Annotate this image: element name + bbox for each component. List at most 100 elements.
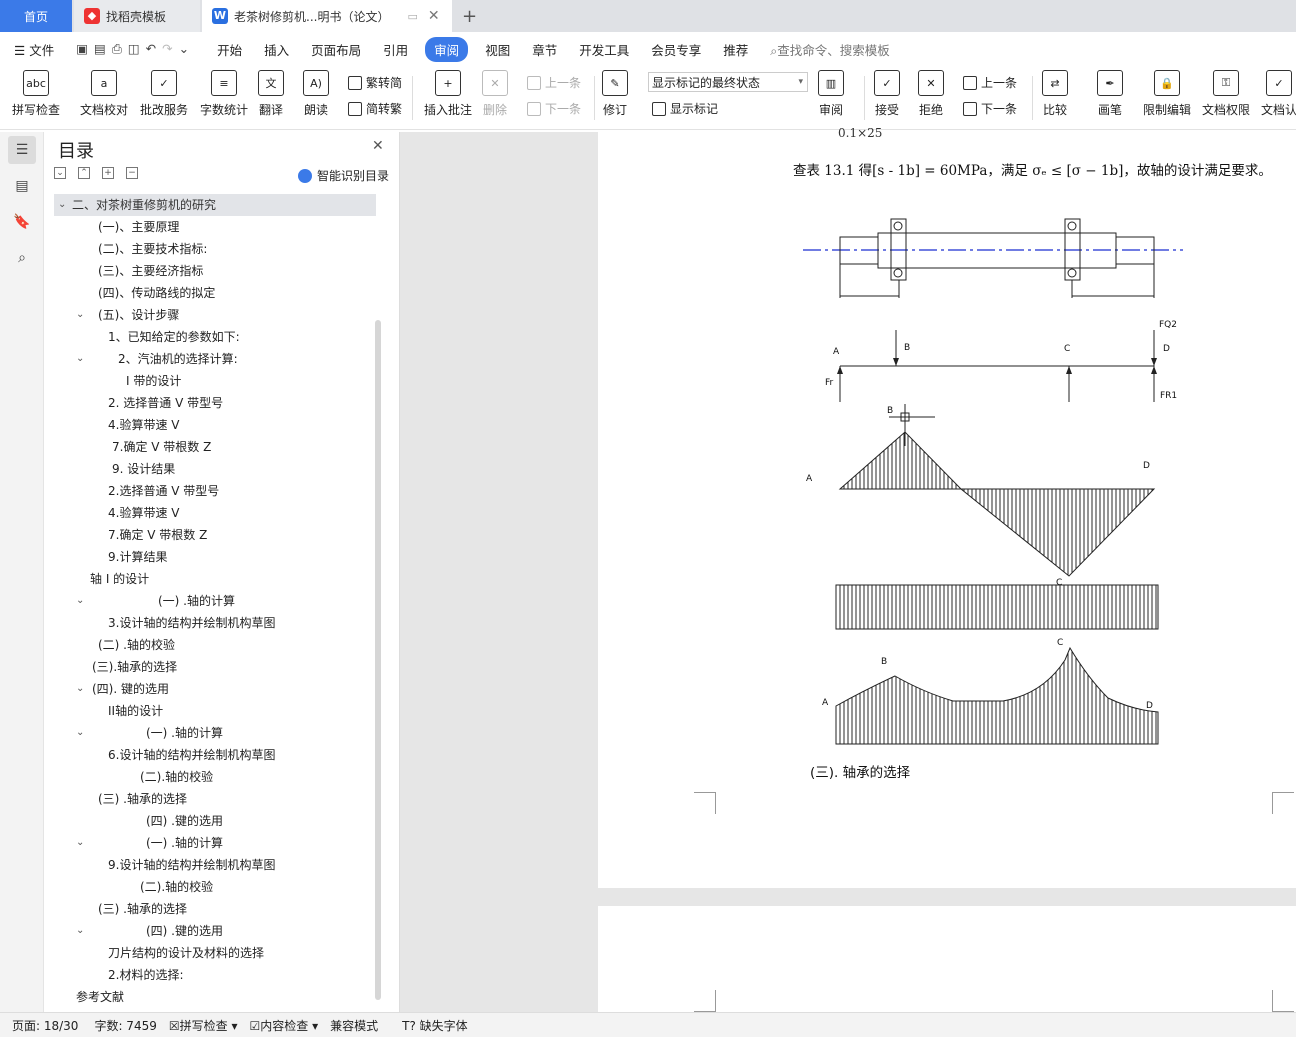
toc-item[interactable]: 4.验算带速 V <box>54 502 376 524</box>
toc-item[interactable]: 刀片结构的设计及材料的选择 <box>54 942 376 964</box>
toc-item[interactable]: ⌄ 二、对茶树重修剪机的研究 <box>54 194 376 216</box>
chevron-down-icon[interactable]: ⌄ <box>76 832 84 854</box>
toc-item[interactable]: (四) .键的选用 <box>54 810 376 832</box>
reject-button[interactable]: ✕ 拒绝 <box>918 70 944 118</box>
pen-button[interactable]: ✒ 画笔 <box>1097 70 1123 118</box>
redo-icon[interactable]: ↷ <box>162 41 178 56</box>
toc-item[interactable]: (二).轴的校验 <box>54 766 376 788</box>
menu-chapter[interactable]: 章节 <box>521 40 568 59</box>
menu-file[interactable]: ☰ 文件 <box>0 40 65 59</box>
toc-item[interactable]: 4.验算带速 V <box>54 414 376 436</box>
markup-state-select[interactable]: 显示标记的最终状态 ▾ <box>648 72 808 92</box>
toc-item[interactable]: (三)、主要经济指标 <box>54 260 376 282</box>
insert-comment-button[interactable]: + 插入批注 <box>424 70 472 118</box>
toc-item[interactable]: ⌄ (一) .轴的计算 <box>54 722 376 744</box>
menu-view[interactable]: 视图 <box>474 40 521 59</box>
toc-item[interactable]: 7.确定 V 带根数 Z <box>54 436 376 458</box>
compat-mode-status[interactable]: 兼容模式 <box>330 1017 378 1034</box>
toc-item[interactable]: ⌄ (一) .轴的计算 <box>54 832 376 854</box>
preview-icon[interactable]: ◫ <box>128 41 146 56</box>
save-icon[interactable]: ▣ <box>76 41 94 56</box>
chevron-down-icon[interactable]: ⌄ <box>76 678 84 700</box>
menu-layout[interactable]: 页面布局 <box>300 40 372 59</box>
menu-review[interactable]: 审阅 <box>425 36 469 62</box>
toc-item[interactable]: ⌄ (四) .键的选用 <box>54 920 376 942</box>
menu-start[interactable]: 开始 <box>206 40 253 59</box>
toc-item[interactable]: (三).轴承的选择 <box>54 656 376 678</box>
toc-item[interactable]: (二) .轴的校验 <box>54 634 376 656</box>
spellcheck-button[interactable]: abc 拼写检查 <box>12 70 60 118</box>
command-search[interactable]: ⌕查找命令、搜索模板 <box>759 40 901 59</box>
compare-button[interactable]: ⇄ 比较 <box>1042 70 1068 118</box>
doc-proof-button[interactable]: a 文档校对 <box>80 70 128 118</box>
toc-scrollbar[interactable] <box>375 320 381 1000</box>
tab-home[interactable]: 首页 <box>0 0 72 32</box>
menu-recommend[interactable]: 推荐 <box>712 40 759 59</box>
export-icon[interactable]: ▤ <box>94 41 112 56</box>
revise-service-button[interactable]: ✓ 批改服务 <box>140 70 188 118</box>
tab-document[interactable]: W 老茶树修剪机...明书（论文） ▭ ✕ <box>202 0 452 32</box>
chevron-down-icon[interactable]: ⌄ <box>76 304 84 326</box>
track-changes-button[interactable]: ✎ 修订 <box>602 70 628 118</box>
toc-item[interactable]: ⌄ (一) .轴的计算 <box>54 590 376 612</box>
smart-toc-button[interactable]: 智能识别目录 <box>298 167 389 184</box>
chevron-down-icon[interactable]: ⌄ <box>76 590 84 612</box>
trad-to-simp-button[interactable]: 繁转简 <box>348 74 402 91</box>
word-count-status[interactable]: 字数: 7459 <box>94 1017 156 1034</box>
collapse-all-icon[interactable]: ⌄ <box>54 167 66 179</box>
page-indicator[interactable]: 页面: 18/30 <box>12 1017 78 1034</box>
search-icon[interactable]: ⌕ <box>8 244 36 272</box>
quick-access-toolbar[interactable]: ▣▤⎙◫↶↷⌄ <box>65 41 206 57</box>
toc-item[interactable]: ⌄ 2、汽油机的选择计算: <box>54 348 376 370</box>
toc-item[interactable]: 轴 I 的设计 <box>54 568 376 590</box>
doc-permission-button[interactable]: ⚿ 文档权限 <box>1202 70 1250 118</box>
toc-item[interactable]: (二)、主要技术指标: <box>54 238 376 260</box>
toc-item[interactable]: I 带的设计 <box>54 370 376 392</box>
menu-member[interactable]: 会员专享 <box>640 40 712 59</box>
close-tab-icon[interactable]: ✕ <box>428 8 440 24</box>
toc-item[interactable]: (三) .轴承的选择 <box>54 898 376 920</box>
print-icon[interactable]: ⎙ <box>112 41 128 56</box>
expand-up-icon[interactable]: ⌃ <box>78 167 90 179</box>
more-icon[interactable]: ⌄ <box>179 41 195 56</box>
undo-icon[interactable]: ↶ <box>146 41 162 56</box>
missing-font-status[interactable]: T? 缺失字体 <box>402 1017 468 1034</box>
translate-button[interactable]: 文翻译 <box>258 70 284 118</box>
toc-item[interactable]: 9.计算结果 <box>54 546 376 568</box>
toc-item[interactable]: ⌄ (四). 键的选用 <box>54 678 376 700</box>
read-aloud-button[interactable]: A) 朗读 <box>303 70 329 118</box>
toc-item[interactable]: (三) .轴承的选择 <box>54 788 376 810</box>
toc-item[interactable]: ⌄ (五)、设计步骤 <box>54 304 376 326</box>
add-level-icon[interactable]: + <box>102 167 114 179</box>
word-count-button[interactable]: ≡ 字数统计 <box>200 70 248 118</box>
tab-docer-templates[interactable]: ◆ 找稻壳模板 <box>74 0 200 32</box>
toc-item[interactable]: 2. 选择普通 V 带型号 <box>54 392 376 414</box>
accept-button[interactable]: ✓ 接受 <box>874 70 900 118</box>
document-page[interactable] <box>598 906 1296 1012</box>
review-pane-button[interactable]: ▥ 审阅 <box>818 70 844 118</box>
toc-item[interactable]: 9. 设计结果 <box>54 458 376 480</box>
toc-item[interactable]: (二).轴的校验 <box>54 876 376 898</box>
toc-item[interactable]: II轴的设计 <box>54 700 376 722</box>
toc-item[interactable]: 9.设计轴的结构并绘制机构草图 <box>54 854 376 876</box>
restrict-edit-button[interactable]: 🔒 限制编辑 <box>1143 70 1191 118</box>
show-markup-button[interactable]: 显示标记 <box>652 100 718 117</box>
next-change-button[interactable]: 下一条 <box>963 100 1017 117</box>
prev-comment-button[interactable]: 上一条 <box>527 74 581 91</box>
toc-item[interactable]: 6.设计轴的结构并绘制机构草图 <box>54 744 376 766</box>
chevron-down-icon[interactable]: ⌄ <box>58 194 66 216</box>
remove-level-icon[interactable]: − <box>126 167 138 179</box>
new-tab-button[interactable]: + <box>462 0 477 32</box>
next-comment-button[interactable]: 下一条 <box>527 100 581 117</box>
toc-item[interactable]: (四)、传动路线的拟定 <box>54 282 376 304</box>
chevron-down-icon[interactable]: ⌄ <box>76 348 84 370</box>
chevron-down-icon[interactable]: ⌄ <box>76 722 84 744</box>
bookmark-icon[interactable]: 🔖 <box>8 208 36 236</box>
toc-panel-icon[interactable]: ☰ <box>8 136 36 164</box>
toc-item[interactable]: (一)、主要原理 <box>54 216 376 238</box>
spellcheck-status[interactable]: ☒拼写检查 ▾ <box>169 1017 238 1034</box>
toc-item[interactable]: 参考文献 <box>54 986 376 1008</box>
document-page[interactable]: 0.1×25 查表 13.1 得[s - 1b] = 60MPa，满足 σₑ ≤… <box>598 126 1296 888</box>
simp-to-trad-button[interactable]: 简转繁 <box>348 100 402 117</box>
toc-item[interactable]: 7.确定 V 带根数 Z <box>54 524 376 546</box>
